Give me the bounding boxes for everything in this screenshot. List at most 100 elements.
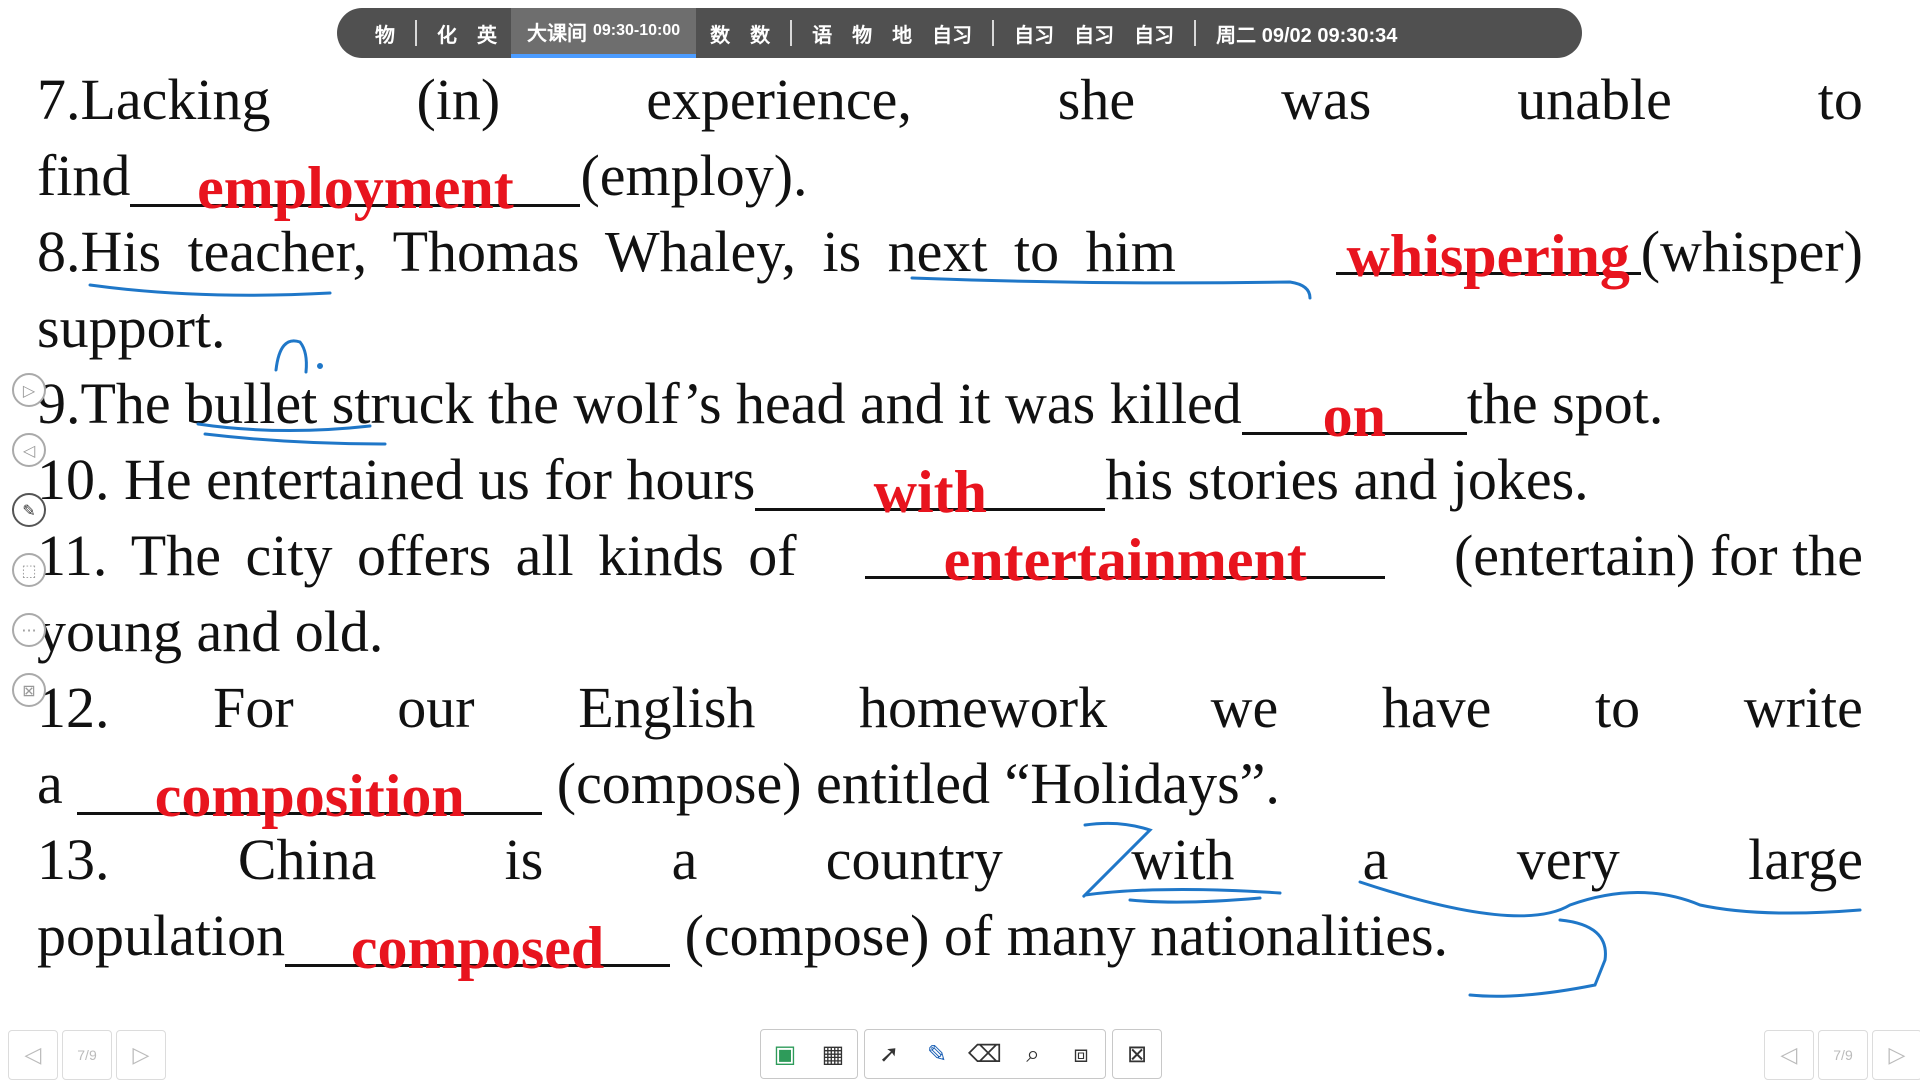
app-icon[interactable]: ▣ [761,1030,809,1078]
word: homework [859,675,1108,740]
toolbar-group-tools: ➚ ✎ ⌫ ⌕ ⧈ [864,1029,1106,1079]
schedule-item[interactable]: 地 [882,19,922,48]
whiteboard-icon[interactable]: ⧈ [1057,1030,1105,1078]
current-period-label: 大课间 [527,22,587,45]
answer-blank: whispering [1335,214,1641,286]
question-text: 10. He entertained us for hours [37,447,756,512]
word: large [1748,827,1863,892]
search-icon[interactable]: ⌕ [1009,1030,1057,1078]
q8-line2: support. [37,290,1863,366]
answer-blank: on [1241,374,1467,446]
word: our [397,675,475,740]
word: was [1281,67,1372,132]
handwritten-answer: on [1322,383,1386,449]
schedule-item[interactable]: 英 [467,19,507,48]
q7-line1: 7.Lacking (in) experience, she was unabl… [37,62,1863,138]
q8-blank-group: whispering (whisper) [1335,214,1863,290]
schedule-current-period[interactable]: 大课间 09:30-10:00 [511,8,697,58]
current-period-time: 09:30-10:00 [593,22,681,39]
grid-icon[interactable]: ▦ [809,1030,857,1078]
q10-line: 10. He entertained us for hours with his s… [37,442,1863,522]
next-page-icon[interactable]: ▷ [116,1030,166,1080]
question-text: 8.His teacher, Thomas Whaley, is next to… [37,219,1176,284]
schedule-item[interactable]: 物 [842,19,882,48]
schedule-item[interactable]: 自习 [1124,19,1184,48]
prev-page-icon[interactable]: ◁ [8,1030,58,1080]
back-icon[interactable]: ◁ [12,433,46,467]
word: 12. [37,675,110,740]
schedule-separator [415,20,417,46]
word: experience, [646,67,912,132]
schedule-item[interactable]: 自习 [922,19,982,48]
handwritten-answer: with [873,459,988,525]
schedule-item[interactable]: 化 [427,19,467,48]
q7-line2: find employment (employ). [37,138,1863,218]
word: to [1595,675,1641,740]
question-text: (compose) of many nationalities. [684,903,1449,968]
q12-line1: 12. For our English homework we have to … [37,670,1863,746]
prev-page-icon[interactable]: ◁ [1764,1030,1814,1080]
schedule-item[interactable]: 语 [802,19,842,48]
word: to [1817,67,1863,132]
handwritten-answer: employment [197,155,514,221]
question-text: the spot. [1466,371,1664,436]
pager-right: ◁ 7/9 ▷ [1764,1030,1920,1080]
question-text: (entertain) for the [1453,523,1863,588]
schedule-item[interactable]: 自习 [1064,19,1124,48]
handwritten-answer: composition [154,763,465,829]
next-page-icon[interactable]: ▷ [1872,1030,1920,1080]
word: with [1131,827,1235,892]
question-text: (whisper) [1640,219,1863,284]
clock: 周二 09/02 09:30:34 [1216,24,1398,47]
handwritten-answer: whispering [1346,223,1630,289]
toolbar-group-exit: ⊠ [1112,1029,1162,1079]
word: country [825,827,1003,892]
question-text: support. [37,295,226,360]
word: have [1381,675,1492,740]
schedule-separator [790,20,793,46]
answer-blank: entertainment [865,518,1386,590]
pointer-icon[interactable]: ➚ [865,1030,913,1078]
handwritten-answer: composed [350,915,605,981]
schedule-item[interactable]: 数 [740,19,780,48]
word: (in) [416,67,501,132]
schedule-item[interactable]: 自习 [1004,19,1064,48]
screenshot-icon[interactable]: ⬚ [12,553,46,587]
question-text: find [37,143,131,208]
toolbar-group-apps: ▣ ▦ [760,1029,858,1079]
word: write [1743,675,1863,740]
close-presentation-icon[interactable]: ⊠ [1113,1030,1161,1078]
answer-blank: composition [77,754,543,826]
question-text: a [37,751,63,816]
question-text: 11. The city offers all kinds of [37,523,797,588]
play-icon[interactable]: ▷ [12,373,46,407]
schedule-separator [1194,20,1197,46]
page-indicator[interactable]: 7/9 [1818,1030,1868,1080]
question-text: (compose) entitled “Holidays”. [556,751,1280,816]
schedule-bar: 物 化 英 大课间 09:30-10:00 数 数 语 物 地 自习 自习 自习… [337,8,1582,58]
word: she [1057,67,1136,132]
pager-left: ◁ 7/9 ▷ [8,1030,166,1080]
schedule-separator [992,20,995,46]
question-text: his stories and jokes. [1105,447,1589,512]
question-text: population [37,903,286,968]
eraser-icon[interactable]: ⌫ [961,1030,1009,1078]
word: unable [1517,67,1672,132]
question-text: 9.The bullet struck the wolf’s head and … [37,371,1242,436]
q8-line1: 8.His teacher, Thomas Whaley, is next to… [37,214,1863,290]
schedule-item[interactable]: 数 [700,19,740,48]
word: English [578,675,756,740]
page-indicator[interactable]: 7/9 [62,1030,112,1080]
word: a [1362,827,1389,892]
more-icon[interactable]: ··· [12,613,46,647]
question-text: (employ). [580,143,808,208]
answer-blank: with [755,450,1106,522]
word: is [504,827,544,892]
schedule-item[interactable]: 物 [365,19,405,48]
word: China [237,827,377,892]
exit-icon[interactable]: ⊠ [12,673,46,707]
q13-line2: population composed (compose) of many nat… [37,898,1863,978]
pen-icon[interactable]: ✎ [913,1030,961,1078]
pen-icon[interactable]: ✎ [12,493,46,527]
word: 13. [37,827,110,892]
